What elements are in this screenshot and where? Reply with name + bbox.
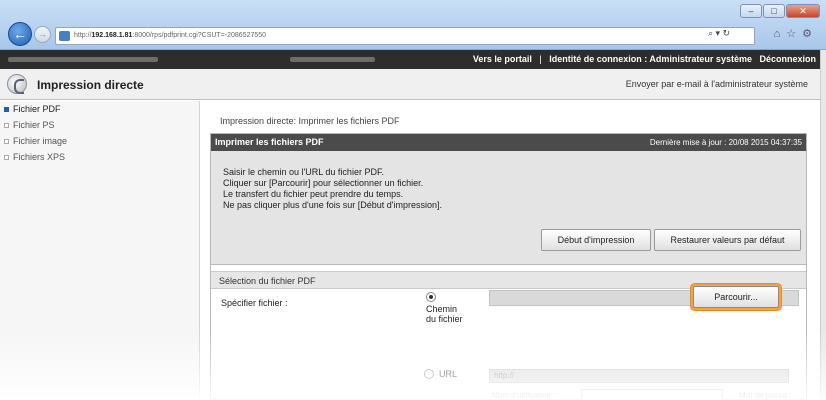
- back-arrow-icon[interactable]: ←: [8, 22, 32, 46]
- instruction-line: Saisir le chemin ou l'URL du fichier PDF…: [223, 167, 384, 177]
- square-bullet-icon: [4, 139, 9, 144]
- browse-button[interactable]: Parcourir...: [693, 286, 779, 308]
- start-print-button[interactable]: Début d'impression: [541, 229, 651, 251]
- address-host: 192.168.1.81: [91, 32, 133, 39]
- url-input[interactable]: http://: [489, 369, 789, 383]
- scrollbar[interactable]: [820, 50, 826, 400]
- portal-link[interactable]: Vers le portail: [473, 54, 532, 64]
- print-panel: Imprimer les fichiers PDF Dernière mise …: [210, 133, 807, 265]
- sidebar-item-label: Fichiers XPS: [13, 152, 66, 162]
- instruction-line: Le transfert du fichier peut prendre du …: [223, 189, 404, 199]
- sidebar-item-xps[interactable]: Fichiers XPS: [0, 149, 199, 165]
- main-content: Impression directe: Imprimer les fichier…: [210, 101, 810, 400]
- address-prefix: http://: [74, 32, 92, 39]
- page-icon: [59, 31, 70, 41]
- device-name-blurred: [8, 57, 158, 62]
- page-title: Impression directe: [37, 78, 144, 92]
- reset-defaults-button[interactable]: Restaurer valeurs par défaut: [654, 229, 801, 251]
- separator: |: [539, 54, 542, 64]
- username-input[interactable]: [581, 389, 723, 400]
- close-button[interactable]: ✕: [786, 4, 820, 18]
- instruction-line: Ne pas cliquer plus d'une fois sur [Débu…: [223, 200, 443, 210]
- logout-link[interactable]: Déconnexion: [759, 54, 816, 64]
- password-label: Mot de passe :: [739, 391, 792, 400]
- file-selection-panel: Sélection du fichier PDF Spécifier fichi…: [210, 265, 807, 400]
- window-controls: – □ ✕: [740, 4, 820, 18]
- sidebar-item-label: Fichier PS: [13, 120, 55, 130]
- identity-text: Identité de connexion : Administrateur s…: [549, 54, 752, 64]
- sidebar-item-image[interactable]: Fichier image: [0, 133, 199, 149]
- top-bar: Vers le portail | Identité de connexion …: [0, 50, 820, 69]
- url-radio-label: URL: [439, 369, 458, 379]
- last-update: Dernière mise à jour : 20/08 2015 04:37:…: [649, 138, 802, 147]
- path-radio[interactable]: [426, 292, 436, 302]
- url-radio[interactable]: [424, 369, 434, 379]
- home-star-gear-icons[interactable]: ⌂☆⚙: [774, 27, 818, 40]
- specify-file-label: Spécifier fichier :: [221, 298, 288, 308]
- minimize-button[interactable]: –: [740, 4, 762, 18]
- search-refresh-icons[interactable]: ⌕ ▾ ↻: [708, 28, 730, 39]
- path-radio-label: Chemin du fichier: [426, 304, 463, 324]
- page-header: Impression directe Envoyer par e-mail à …: [0, 69, 820, 100]
- panel-header: Imprimer les fichiers PDF Dernière mise …: [211, 134, 806, 151]
- device-id-blurred: [290, 57, 375, 62]
- square-bullet-icon: [4, 107, 9, 112]
- address-bar[interactable]: http://192.168.1.81:8000/rps/pdfprint.cg…: [55, 27, 755, 45]
- sidebar-item-label: Fichier image: [13, 136, 68, 146]
- top-links: Vers le portail | Identité de connexion …: [468, 54, 816, 64]
- direct-print-icon: [7, 74, 27, 94]
- browser-chrome: – □ ✕ ← → http://192.168.1.81:8000/rps/p…: [0, 0, 826, 50]
- sidebar: Fichier PDF Fichier PS Fichier image Fic…: [0, 101, 200, 400]
- mail-admin-link[interactable]: Envoyer par e-mail à l'administrateur sy…: [626, 79, 808, 89]
- username-label: Nom d'utilisateur :: [492, 391, 556, 400]
- square-bullet-icon: [4, 123, 9, 128]
- instruction-line: Cliquer sur [Parcourir] pour sélectionne…: [223, 178, 424, 188]
- address-path: :8000/rps/pdfprint.cgi?CSUT=-2086527550: [132, 32, 267, 39]
- breadcrumb: Impression directe: Imprimer les fichier…: [220, 116, 400, 126]
- maximize-button[interactable]: □: [763, 4, 785, 18]
- panel-body: Saisir le chemin ou l'URL du fichier PDF…: [211, 151, 806, 264]
- sidebar-item-label: Fichier PDF: [13, 104, 61, 114]
- square-bullet-icon: [4, 155, 9, 160]
- instructions: Saisir le chemin ou l'URL du fichier PDF…: [223, 167, 442, 211]
- sidebar-item-pdf[interactable]: Fichier PDF: [0, 101, 199, 117]
- sidebar-item-ps[interactable]: Fichier PS: [0, 117, 199, 133]
- forward-arrow-icon[interactable]: →: [34, 26, 51, 43]
- panel-title: Imprimer les fichiers PDF: [215, 137, 324, 147]
